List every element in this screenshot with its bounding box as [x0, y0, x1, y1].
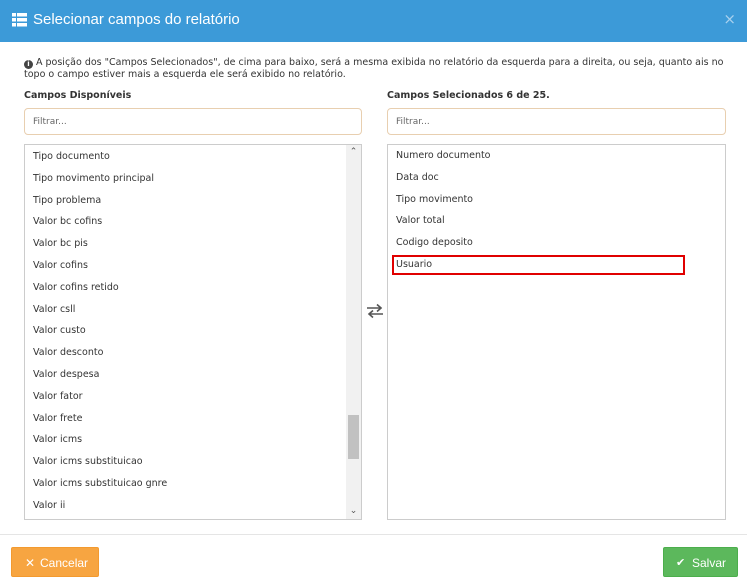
info-text: iA posição dos "Campos Selecionados", de…: [24, 57, 730, 81]
scroll-up-icon[interactable]: ⌃: [346, 145, 361, 160]
selected-fields-label: Campos Selecionados 6 de 25.: [387, 90, 550, 101]
selected-fields-list[interactable]: Numero documento Data doc Tipo movimento Va…: [387, 144, 726, 520]
list-item[interactable]: Valor frete: [33, 408, 82, 430]
list-item[interactable]: Valor fator: [33, 386, 83, 408]
list-item[interactable]: Usuario: [396, 254, 432, 276]
footer-divider: [0, 534, 747, 535]
selected-filter-input[interactable]: [387, 108, 726, 135]
list-item[interactable]: Valor total: [396, 210, 445, 232]
list-item[interactable]: Valor cofins retido: [33, 277, 119, 299]
info-circle-icon: i: [24, 60, 33, 69]
list-item[interactable]: Tipo documento: [33, 146, 110, 168]
list-item[interactable]: Valor icms: [33, 429, 82, 451]
exchange-arrows-icon[interactable]: [366, 303, 384, 319]
list-item[interactable]: Valor bc pis: [33, 233, 88, 255]
available-fields-list[interactable]: ⌃ ⌄ Tipo documento Tipo movimento princip…: [24, 144, 362, 520]
list-item[interactable]: Tipo problema: [33, 190, 101, 212]
scroll-down-icon[interactable]: ⌄: [346, 504, 361, 519]
list-item[interactable]: Valor icms substituicao gnre: [33, 473, 167, 495]
save-button-label: Salvar: [692, 556, 727, 570]
check-icon: ✔: [676, 556, 686, 569]
list-item[interactable]: Valor cofins: [33, 255, 88, 277]
list-item[interactable]: Valor despesa: [33, 364, 99, 386]
list-item[interactable]: Valor ii: [33, 495, 65, 517]
save-button[interactable]: ✔ Salvar: [663, 547, 738, 577]
available-list-scrollbar[interactable]: ⌃ ⌄: [346, 145, 361, 519]
list-item[interactable]: Valor icms substituicao: [33, 451, 143, 473]
close-icon[interactable]: ×: [723, 10, 736, 28]
list-item[interactable]: Valor desconto: [33, 342, 103, 364]
available-filter-input[interactable]: [24, 108, 362, 135]
list-item[interactable]: Tipo movimento: [396, 189, 473, 211]
info-message: A posição dos "Campos Selecionados", de …: [24, 57, 724, 80]
list-item[interactable]: Numero documento: [396, 145, 491, 167]
cancel-button-label: Cancelar: [40, 556, 89, 570]
list-item[interactable]: Valor custo: [33, 320, 86, 342]
modal-header: Selecionar campos do relatório ×: [0, 0, 747, 42]
list-item[interactable]: Valor bc cofins: [33, 211, 102, 233]
times-icon: ✕: [25, 556, 36, 570]
available-fields-label: Campos Disponíveis: [24, 90, 132, 101]
list-icon: [12, 13, 27, 27]
list-item[interactable]: Codigo deposito: [396, 232, 473, 254]
modal-title: Selecionar campos do relatório: [33, 11, 240, 28]
cancel-button[interactable]: ✕ Cancelar: [11, 547, 99, 577]
list-item[interactable]: Valor csll: [33, 299, 75, 321]
scrollbar-thumb[interactable]: [348, 415, 359, 459]
list-item[interactable]: Tipo movimento principal: [33, 168, 154, 190]
list-item[interactable]: Data doc: [396, 167, 439, 189]
